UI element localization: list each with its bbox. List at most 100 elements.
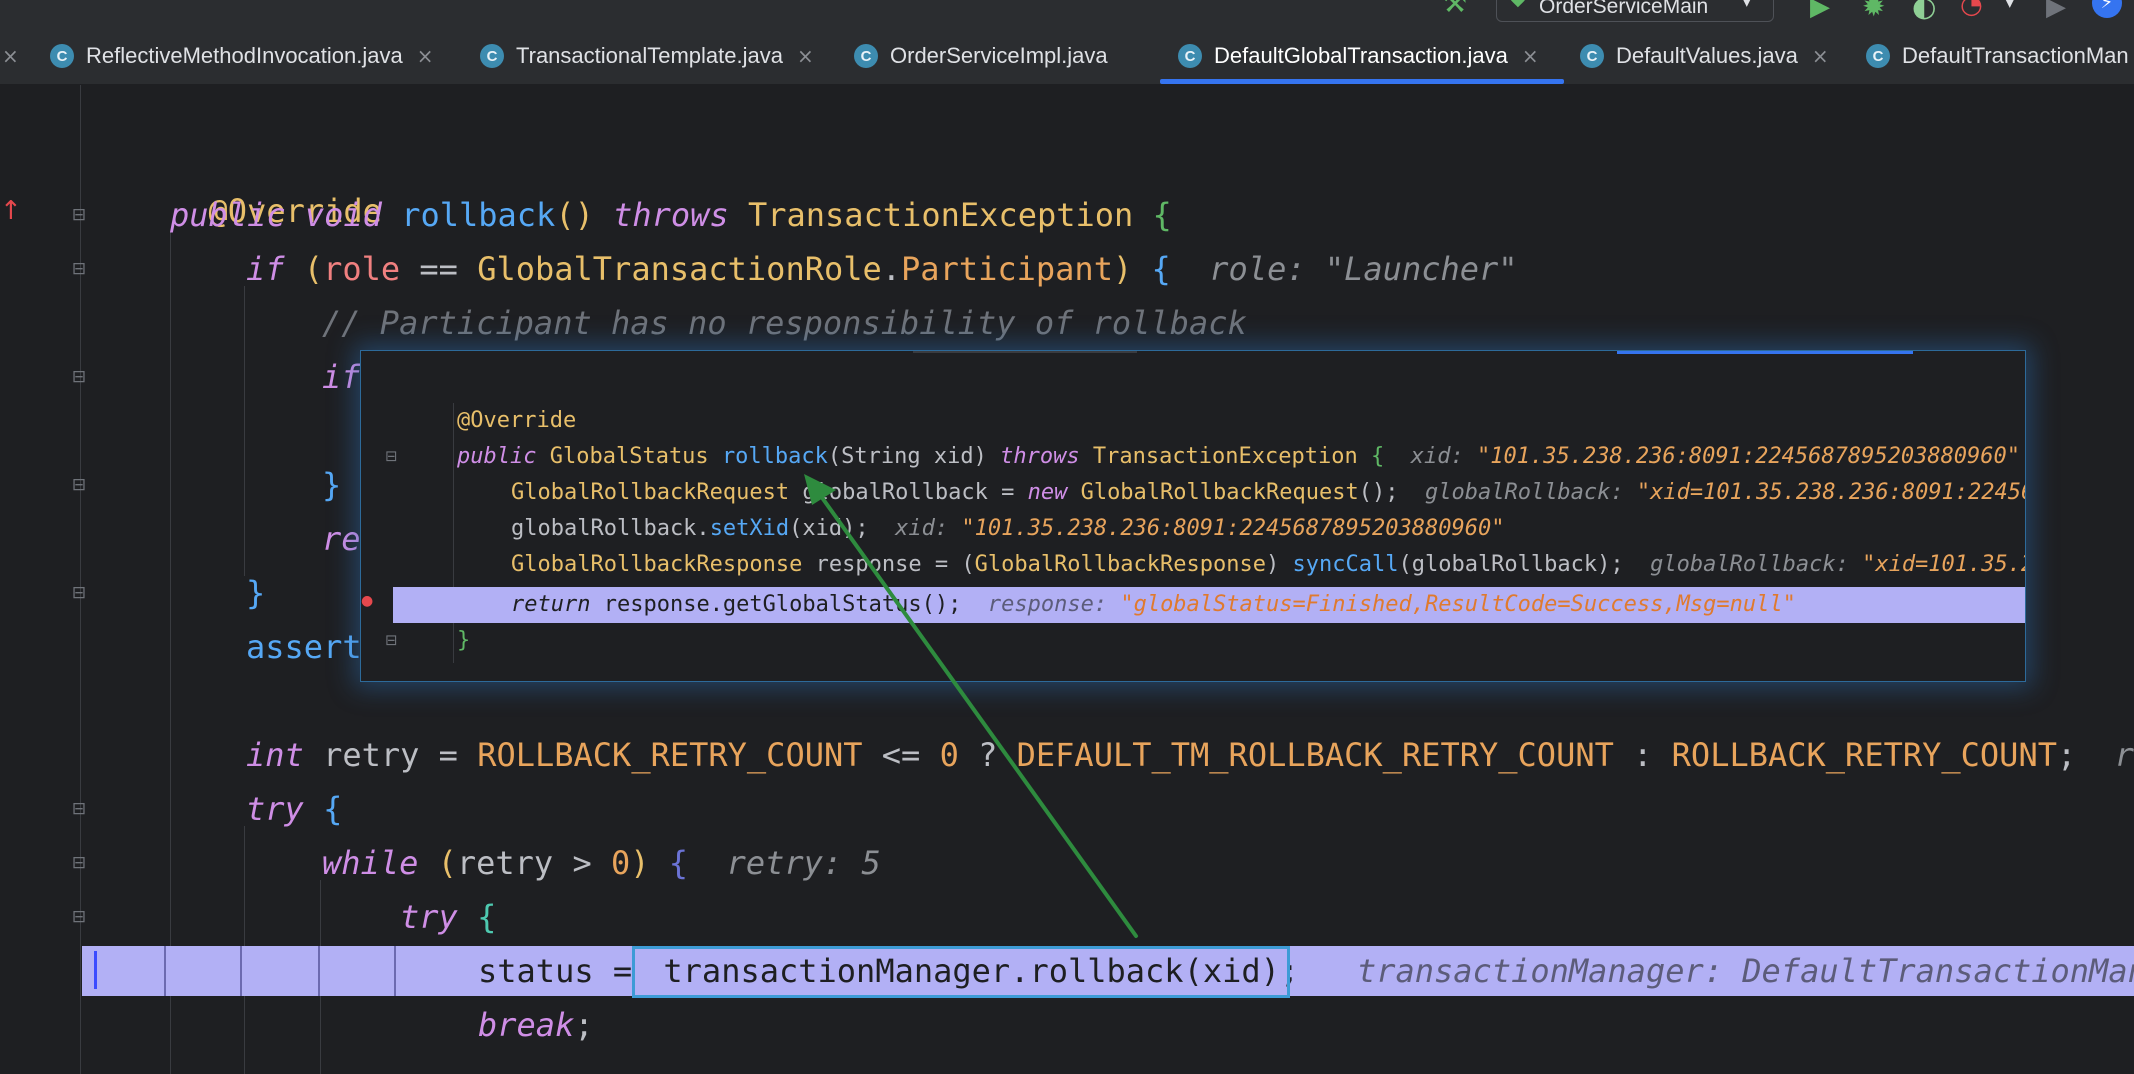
debug-icon[interactable]: ✹: [1862, 0, 1885, 23]
run-icon[interactable]: ▶: [1810, 0, 1830, 22]
override-marker-icon[interactable]: ↑: [0, 196, 22, 226]
method-name[interactable]: setXid: [710, 516, 789, 541]
coverage-icon[interactable]: ◐: [1912, 0, 1936, 23]
keyword: throws: [1000, 444, 1080, 469]
fold-icon[interactable]: ⊟: [385, 631, 398, 649]
popup-code-line[interactable]: }: [457, 623, 470, 659]
method-name[interactable]: rollback: [722, 444, 828, 469]
popup-code-line[interactable]: public GlobalStatus rollback(String xid)…: [457, 439, 2020, 475]
code-line[interactable]: while (retry > 0) { retry: 5: [322, 838, 881, 888]
semicolon: ;: [2056, 736, 2077, 774]
java-class-icon: C: [854, 44, 878, 68]
operator: <=: [862, 736, 940, 774]
fold-icon[interactable]: ⊟: [68, 798, 90, 820]
brace: {: [1371, 444, 1385, 469]
tab-close-partial[interactable]: ×: [2, 28, 19, 84]
fold-icon[interactable]: ⊟: [385, 447, 398, 465]
close-icon[interactable]: ×: [797, 44, 814, 68]
code-line[interactable]: assert: [246, 622, 362, 672]
code-text: ();: [1358, 480, 1399, 505]
popup-code-line[interactable]: globalRollback.setXid(xid); xid: "101.35…: [511, 511, 1504, 547]
keyword: new: [1027, 480, 1068, 505]
stop-icon[interactable]: ▶: [2046, 0, 2066, 22]
type-name[interactable]: TransactionException: [748, 196, 1133, 234]
run-config-selector[interactable]: ◆ OrderServiceMain ▼: [1496, 0, 1774, 22]
number: 0: [939, 736, 959, 774]
enum-constant[interactable]: Participant: [901, 250, 1113, 288]
code-line[interactable]: if: [322, 352, 361, 402]
tab-default-global-transaction[interactable]: C DefaultGlobalTransaction.java ×: [1178, 28, 1539, 84]
comment: // Participant has no responsibility of …: [322, 304, 1247, 342]
paren: (: [437, 844, 457, 882]
popup-code-line[interactable]: GlobalRollbackResponse response = (Globa…: [511, 547, 2025, 583]
close-icon[interactable]: ×: [417, 44, 434, 68]
more-dropdown-icon[interactable]: ▼: [2004, 0, 2016, 10]
keyword: re: [322, 520, 361, 558]
code-line[interactable]: try {: [246, 784, 342, 834]
inline-value: transactionManager: DefaultTransactionMa…: [1356, 952, 2134, 990]
code-line[interactable]: int retry = ROLLBACK_RETRY_COUNT <= 0 ? …: [246, 730, 2134, 780]
inline-value-key: role:: [1209, 250, 1306, 288]
code-line[interactable]: if (role == GlobalTransactionRole.Partic…: [246, 244, 1518, 294]
type-name[interactable]: GlobalStatus: [550, 444, 709, 469]
java-class-icon: C: [480, 44, 504, 68]
code-line[interactable]: public void rollback() throws Transactio…: [170, 190, 1172, 240]
fold-icon[interactable]: ⊟: [68, 582, 90, 604]
breakpoint-icon[interactable]: ●: [361, 593, 373, 611]
hammer-icon[interactable]: ⚒: [1442, 0, 1467, 19]
inline-value: "Launcher": [1324, 250, 1518, 288]
variable[interactable]: retry: [323, 736, 419, 774]
type-name[interactable]: TransactionException: [1093, 444, 1358, 469]
plugin-icon[interactable]: ⚡: [2092, 0, 2122, 18]
profile-icon[interactable]: ◔: [1960, 0, 1983, 20]
close-icon[interactable]: ×: [1522, 44, 1539, 68]
number: 0: [610, 844, 631, 882]
method-name[interactable]: rollback: [401, 196, 555, 234]
paren: (): [555, 196, 594, 234]
field-role[interactable]: role: [323, 250, 400, 288]
tab-default-transaction-manager[interactable]: C DefaultTransactionMan: [1866, 28, 2129, 84]
type-name[interactable]: GlobalRollbackRequest: [511, 480, 789, 505]
code-line[interactable]: }: [246, 568, 265, 618]
fold-icon[interactable]: ⊟: [68, 204, 90, 226]
type-name[interactable]: GlobalTransactionRole: [477, 250, 882, 288]
type-name[interactable]: GlobalRollbackRequest: [1067, 480, 1359, 505]
fold-icon[interactable]: ⊟: [68, 906, 90, 928]
fold-icon[interactable]: ⊟: [68, 852, 90, 874]
code-line[interactable]: }: [322, 460, 341, 510]
quick-definition-popup[interactable]: ● ⊟ ⊟ @Override public GlobalStatus roll…: [360, 350, 2026, 682]
code-line[interactable]: re: [322, 514, 361, 564]
tab-default-values[interactable]: C DefaultValues.java ×: [1580, 28, 1829, 84]
active-tab-indicator: [1160, 79, 1564, 84]
brace: }: [322, 466, 342, 504]
code-line[interactable]: try {: [400, 892, 496, 942]
inline-value: retry: 5: [726, 844, 881, 882]
code-line[interactable]: @Override: [170, 136, 382, 230]
fold-icon[interactable]: ⊟: [68, 258, 90, 280]
popup-code-line[interactable]: GlobalRollbackRequest globalRollback = n…: [511, 475, 2025, 511]
constant[interactable]: ROLLBACK_RETRY_COUNT: [1672, 736, 2057, 774]
popup-code-line[interactable]: @Override: [457, 403, 576, 439]
close-icon[interactable]: ×: [2, 44, 19, 68]
keyword: if: [322, 358, 361, 396]
keyword: throws: [613, 196, 729, 234]
constant[interactable]: DEFAULT_TM_ROLLBACK_RETRY_COUNT: [1017, 736, 1614, 774]
method-name[interactable]: syncCall: [1293, 552, 1399, 577]
constant[interactable]: ROLLBACK_RETRY_COUNT: [477, 736, 862, 774]
keyword: public: [457, 444, 537, 469]
variable[interactable]: retry: [457, 844, 553, 882]
close-icon[interactable]: ×: [1812, 44, 1829, 68]
fold-icon[interactable]: ⊟: [68, 366, 90, 388]
code-text: globalRollback =: [789, 480, 1028, 505]
tab-transactional-template[interactable]: C TransactionalTemplate.java ×: [480, 28, 814, 84]
code-line[interactable]: break;: [478, 1000, 594, 1050]
type-name[interactable]: GlobalRollbackResponse: [975, 552, 1266, 577]
tab-order-service-impl[interactable]: C OrderServiceImpl.java: [854, 28, 1108, 84]
code-line[interactable]: // Participant has no responsibility of …: [322, 298, 1247, 348]
java-class-icon: C: [1580, 44, 1604, 68]
fold-icon[interactable]: ⊟: [68, 474, 90, 496]
indent-guide: [164, 946, 166, 996]
tab-reflective-method-invocation[interactable]: C ReflectiveMethodInvocation.java ×: [50, 28, 434, 84]
type-name[interactable]: GlobalRollbackResponse: [511, 552, 802, 577]
popup-code-line-current[interactable]: return response.getGlobalStatus(); respo…: [511, 587, 1796, 623]
